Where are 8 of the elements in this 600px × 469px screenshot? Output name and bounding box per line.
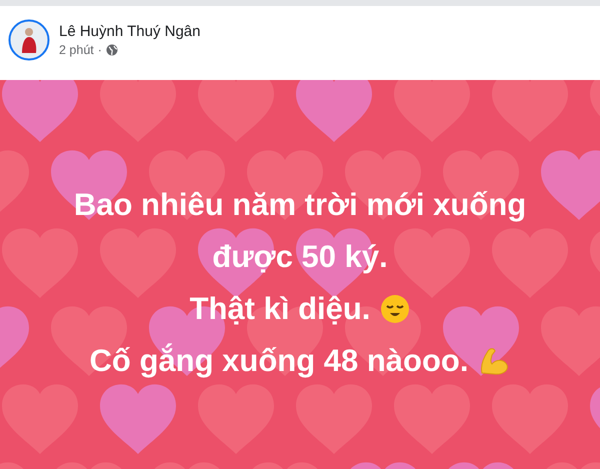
avatar[interactable] [8,19,50,61]
smiling-face-icon [380,294,410,324]
post-text: Thật kì diệu. [190,290,370,328]
post-text: Cố gắng xuống 48 nàooo. [90,342,468,380]
globe-icon[interactable] [106,44,118,56]
separator-dot: · [98,43,102,57]
post-time[interactable]: 2 phút [59,43,94,57]
author-name[interactable]: Lê Huỳnh Thuý Ngân [59,23,200,40]
